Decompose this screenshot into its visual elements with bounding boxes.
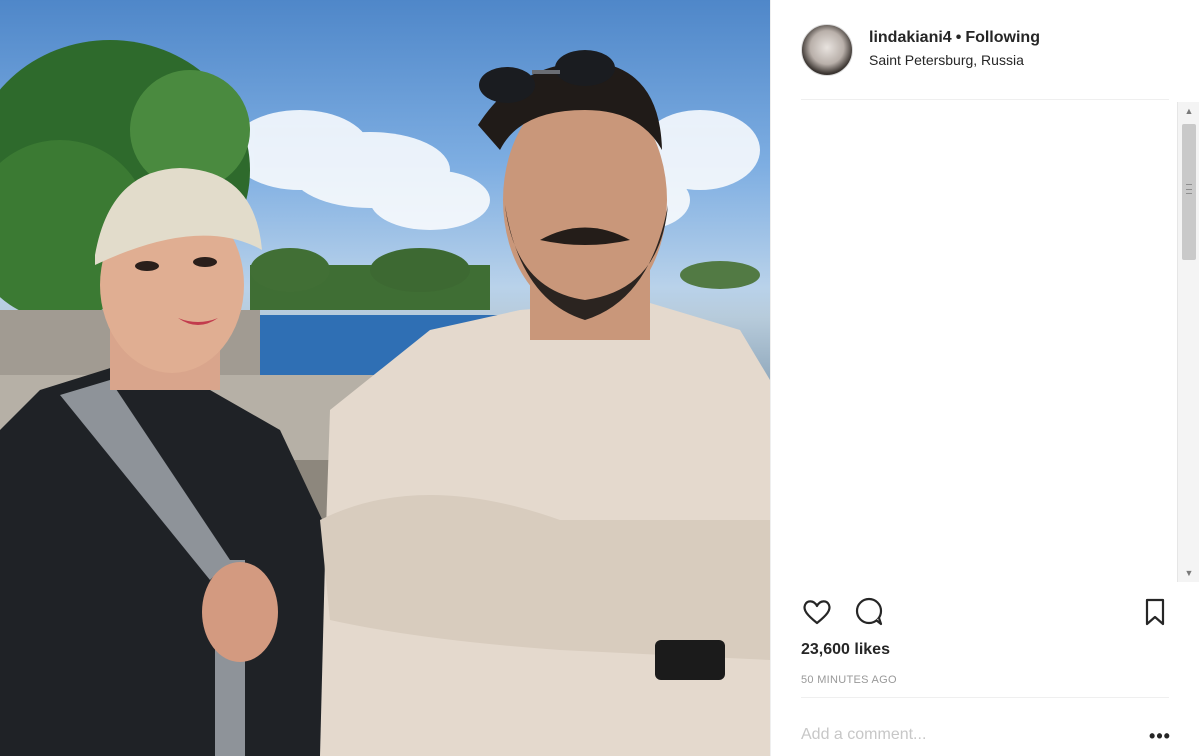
likes-count[interactable]: 23,600 likes	[801, 641, 890, 659]
instagram-post-view: lindakiani4 • Following Saint Petersburg, …	[0, 0, 1200, 756]
post-details-panel: lindakiani4 • Following Saint Petersburg, …	[770, 0, 1200, 756]
more-options-button[interactable]: •••	[1145, 726, 1175, 746]
following-button[interactable]: Following	[965, 29, 1040, 46]
post-timestamp: 50 MINUTES AGO	[801, 674, 897, 686]
username-line: lindakiani4 • Following	[869, 29, 1040, 47]
avatar[interactable]	[801, 24, 853, 76]
photo-illustration	[0, 40, 770, 756]
scrollbar[interactable]: ▲ ▼	[1177, 102, 1199, 582]
scroll-grip-icon	[1186, 184, 1192, 194]
scroll-up-arrow-icon[interactable]: ▲	[1178, 102, 1200, 120]
separator-dot: •	[955, 29, 962, 46]
post-meta: lindakiani4 • Following Saint Petersburg, …	[869, 24, 1040, 68]
comment-icon[interactable]	[853, 596, 885, 628]
username-link[interactable]: lindakiani4	[869, 29, 952, 46]
comment-divider	[801, 697, 1169, 698]
post-header: lindakiani4 • Following Saint Petersburg, …	[801, 24, 1171, 78]
post-photo	[0, 0, 770, 756]
location-link[interactable]: Saint Petersburg, Russia	[869, 52, 1040, 68]
comments-area	[801, 100, 1179, 580]
scroll-thumb[interactable]	[1182, 124, 1196, 260]
heart-icon[interactable]	[801, 596, 833, 628]
scroll-down-arrow-icon[interactable]: ▼	[1178, 564, 1200, 582]
bookmark-icon[interactable]	[1139, 596, 1171, 628]
comment-input[interactable]	[801, 716, 1131, 754]
action-bar	[801, 594, 1169, 630]
